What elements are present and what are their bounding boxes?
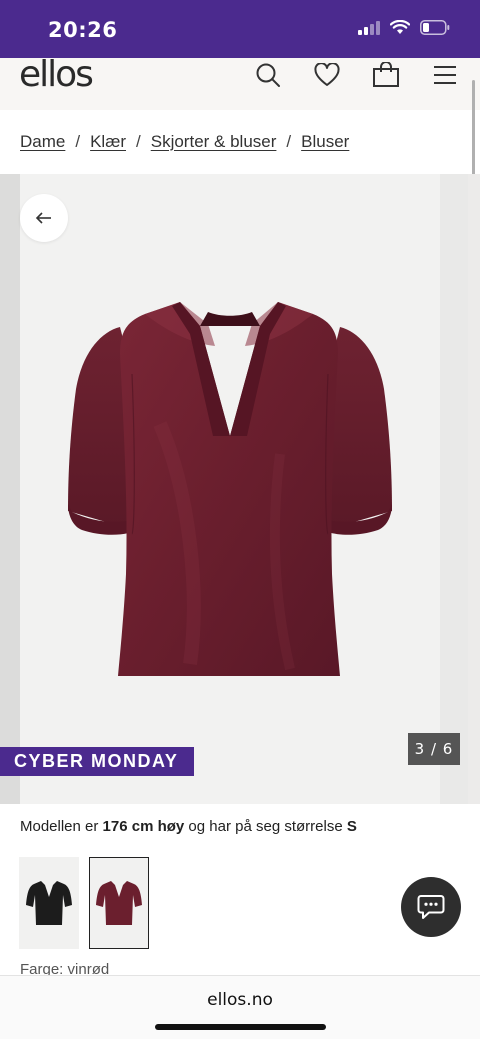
burgundy-blouse-thumbnail <box>96 881 142 925</box>
breadcrumb-dame[interactable]: Dame <box>20 132 65 152</box>
search-icon[interactable] <box>253 60 283 90</box>
chat-icon <box>417 895 445 919</box>
breadcrumb-bluser[interactable]: Bluser <box>301 132 349 152</box>
status-bar: 20:26 <box>0 0 480 58</box>
breadcrumb-separator: / <box>286 132 292 151</box>
slide-counter: 3 / 6 <box>408 733 460 765</box>
heart-icon[interactable] <box>312 60 342 90</box>
url-field[interactable]: ellos.no <box>0 990 480 1010</box>
bag-icon[interactable] <box>371 60 401 90</box>
ellos-logo[interactable]: ellos <box>19 54 94 95</box>
signal-icon <box>358 20 380 35</box>
blouse-illustration <box>68 302 392 676</box>
previous-slide-peek <box>0 174 20 804</box>
breadcrumb-skjorter-bluser[interactable]: Skjorter & bluser <box>151 132 277 152</box>
model-info: Modellen er 176 cm høy og har på seg stø… <box>20 818 357 835</box>
status-icons <box>358 20 450 35</box>
arrow-left-icon <box>35 212 51 224</box>
color-swatch-vinrod[interactable] <box>89 857 149 949</box>
browser-bar: ellos.no <box>0 975 480 1039</box>
model-size: S <box>346 818 357 835</box>
home-indicator[interactable] <box>155 1024 326 1030</box>
breadcrumb-separator: / <box>75 132 81 151</box>
promo-badge: CYBER MONDAY <box>0 747 194 776</box>
product-image[interactable] <box>20 174 440 804</box>
menu-icon[interactable] <box>430 60 460 90</box>
chat-button[interactable] <box>401 877 461 937</box>
model-height: 176 cm høy <box>102 818 185 835</box>
model-info-prefix: Modellen er <box>20 818 103 835</box>
gallery-back-button[interactable] <box>20 194 68 242</box>
breadcrumb: Dame / Klær / Skjorter & bluser / Bluser <box>20 132 349 152</box>
wifi-icon <box>390 20 410 34</box>
battery-icon <box>420 20 450 35</box>
breadcrumb-separator: / <box>136 132 141 151</box>
model-info-middle: og har på seg størrelse <box>184 818 347 835</box>
site-header: ellos <box>0 54 480 110</box>
breadcrumb-klaer[interactable]: Klær <box>90 132 126 152</box>
next-slide-peek <box>468 174 480 804</box>
product-gallery[interactable]: 3 / 6 CYBER MONDAY <box>0 174 480 804</box>
color-swatch-black[interactable] <box>19 857 79 949</box>
status-time: 20:26 <box>48 18 118 42</box>
black-blouse-thumbnail <box>26 881 72 925</box>
